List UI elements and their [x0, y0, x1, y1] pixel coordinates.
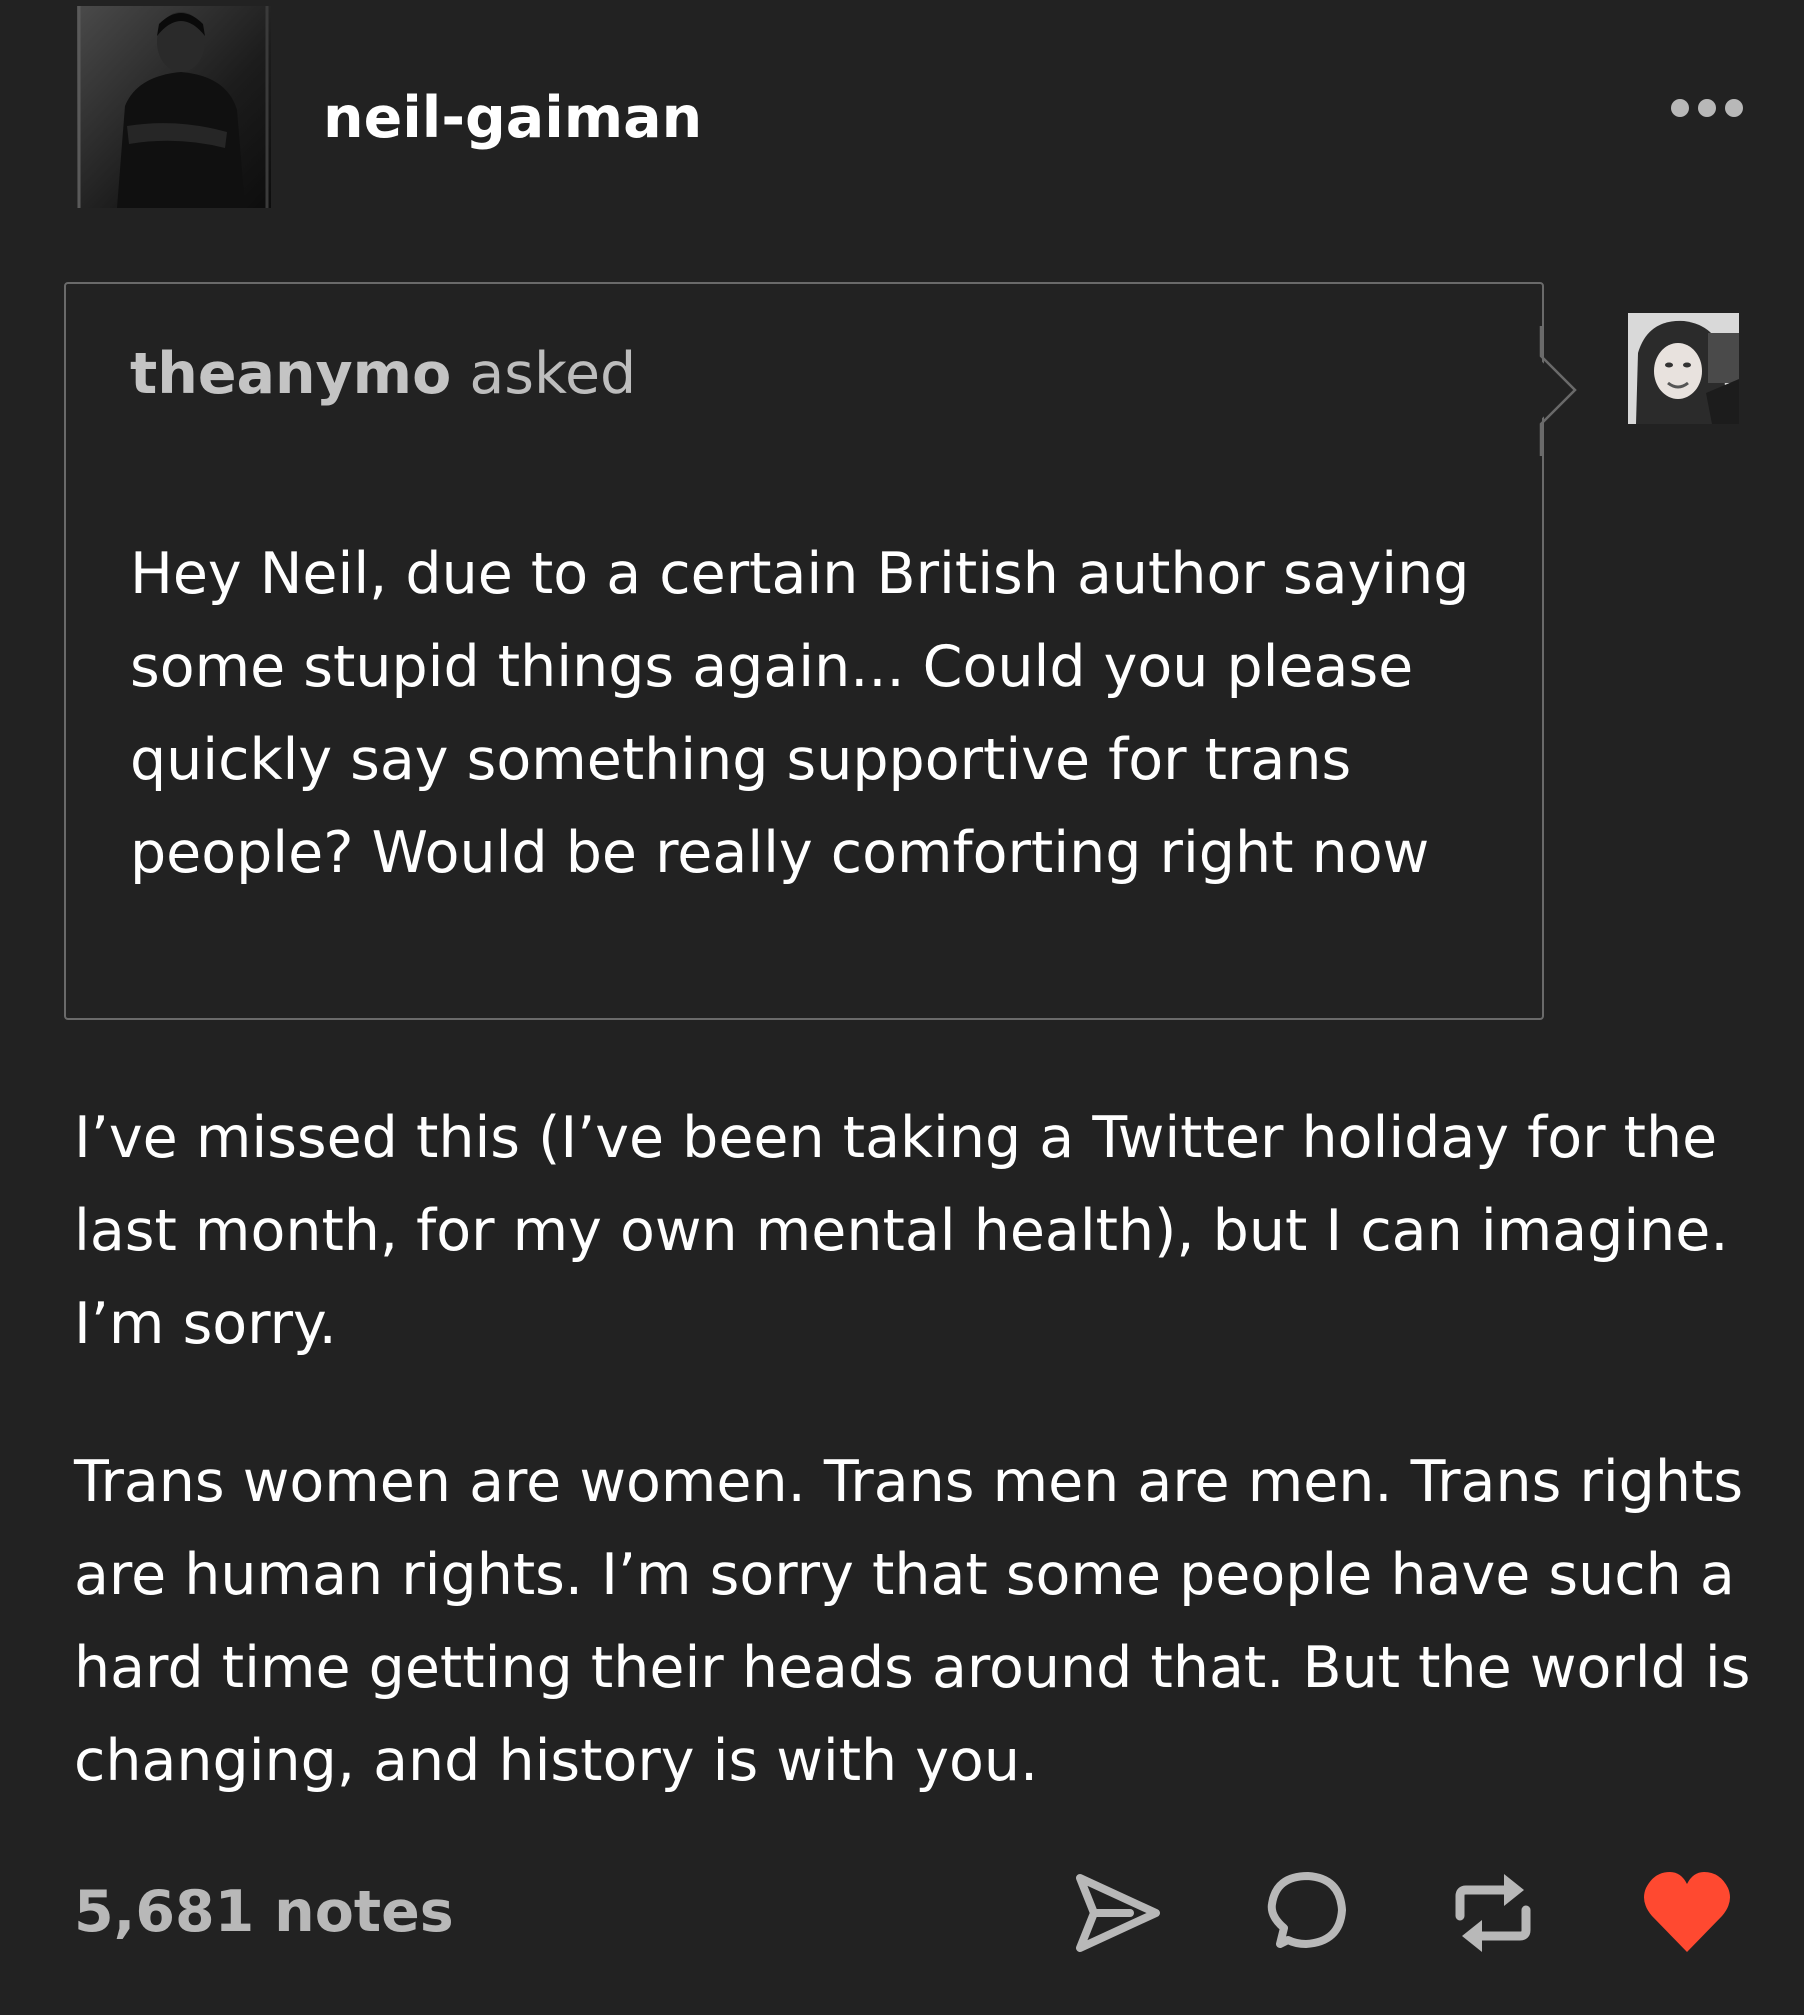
speech-bubble-pointer: [1538, 326, 1577, 456]
author-photo-icon: [77, 6, 271, 208]
more-options-icon[interactable]: [1670, 92, 1750, 124]
asker-line: theanymo asked: [130, 336, 636, 412]
asker-avatar[interactable]: [1628, 313, 1739, 424]
asker-name[interactable]: theanymo: [130, 341, 451, 407]
post-header: neil-gaiman: [0, 0, 1804, 220]
share-icon[interactable]: [1070, 1866, 1164, 1960]
reblog-icon[interactable]: [1446, 1866, 1540, 1960]
like-icon[interactable]: [1640, 1866, 1734, 1960]
asker-verb: asked: [469, 341, 637, 407]
answer-paragraph: Trans women are women. Trans men are men…: [74, 1449, 1751, 1794]
reply-icon[interactable]: [1258, 1866, 1352, 1960]
author-avatar[interactable]: [77, 6, 271, 208]
answer-paragraph: I’ve missed this (I’ve been taking a Twi…: [74, 1105, 1729, 1357]
asker-photo-icon: [1628, 313, 1739, 424]
blog-name[interactable]: neil-gaiman: [323, 82, 702, 154]
notes-count[interactable]: 5,681 notes: [74, 1872, 454, 1952]
question-text: Hey Neil, due to a certain British autho…: [130, 541, 1470, 886]
